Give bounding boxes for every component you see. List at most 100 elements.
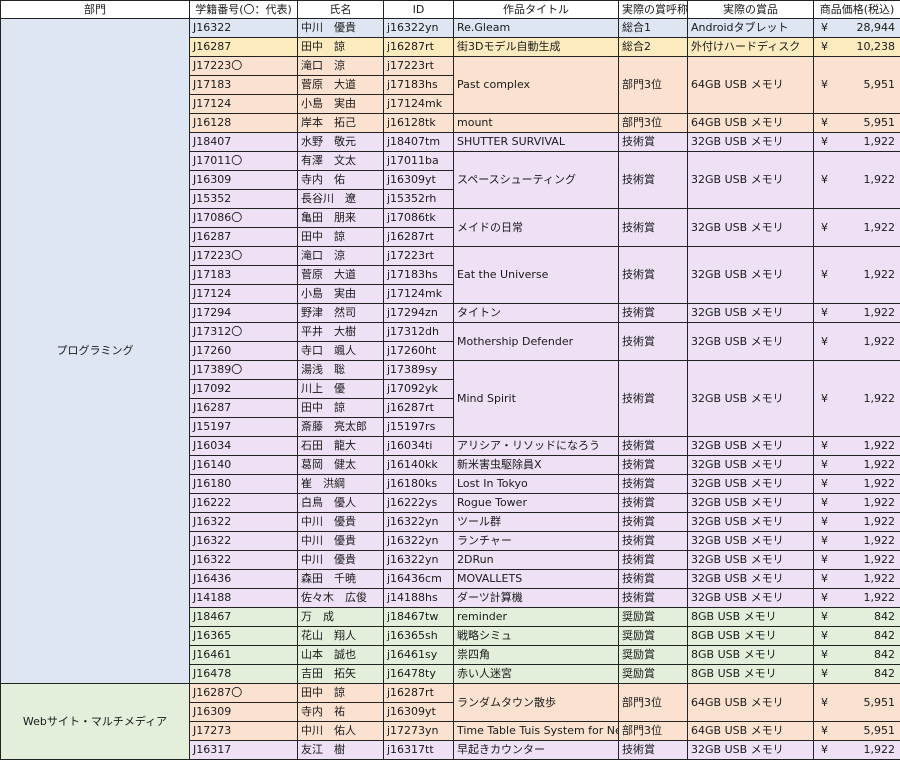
student-name-cell[interactable]: 石田 龍大 xyxy=(297,436,384,456)
award-name-cell[interactable]: 奨励賞 xyxy=(618,607,688,627)
header-department[interactable]: 部門 xyxy=(0,0,190,19)
student-name-cell[interactable]: 野津 然司 xyxy=(297,303,384,323)
prize-cell[interactable]: 32GB USB メモリ xyxy=(687,246,814,304)
prize-cell[interactable]: 32GB USB メモリ xyxy=(687,588,814,608)
price-cell[interactable]: ¥28,944 xyxy=(813,18,900,38)
work-title-cell[interactable]: 戦略シミュ xyxy=(453,626,619,646)
student-name-cell[interactable]: 菅原 大道 xyxy=(297,265,384,285)
student-number-cell[interactable]: J17312〇 xyxy=(189,322,298,342)
student-id-cell[interactable]: j17223rt xyxy=(383,246,454,266)
student-id-cell[interactable]: j17273yn xyxy=(383,721,454,741)
student-id-cell[interactable]: j16461sy xyxy=(383,645,454,665)
student-id-cell[interactable]: j15197rs xyxy=(383,417,454,437)
price-cell[interactable]: ¥1,922 xyxy=(813,512,900,532)
student-name-cell[interactable]: 亀田 朋来 xyxy=(297,208,384,228)
student-name-cell[interactable]: 岸本 拓己 xyxy=(297,113,384,133)
award-name-cell[interactable]: 奨励賞 xyxy=(618,626,688,646)
student-name-cell[interactable]: 花山 翔人 xyxy=(297,626,384,646)
student-id-cell[interactable]: j16128tk xyxy=(383,113,454,133)
student-number-cell[interactable]: J16287 xyxy=(189,398,298,418)
price-cell[interactable]: ¥1,922 xyxy=(813,303,900,323)
student-id-cell[interactable]: j16322yn xyxy=(383,18,454,38)
student-id-cell[interactable]: j16436cm xyxy=(383,569,454,589)
award-name-cell[interactable]: 技術賞 xyxy=(618,550,688,570)
student-number-cell[interactable]: J17260 xyxy=(189,341,298,361)
student-name-cell[interactable]: 森田 千暁 xyxy=(297,569,384,589)
prize-cell[interactable]: 32GB USB メモリ xyxy=(687,322,814,361)
student-name-cell[interactable]: 平井 大樹 xyxy=(297,322,384,342)
prize-cell[interactable]: 64GB USB メモリ xyxy=(687,721,814,741)
student-name-cell[interactable]: 葛岡 健太 xyxy=(297,455,384,475)
work-title-cell[interactable]: ランチャー xyxy=(453,531,619,551)
student-number-cell[interactable]: J18467 xyxy=(189,607,298,627)
student-number-cell[interactable]: J18407 xyxy=(189,132,298,152)
prize-cell[interactable]: 8GB USB メモリ xyxy=(687,626,814,646)
student-id-cell[interactable]: j18407tm xyxy=(383,132,454,152)
award-name-cell[interactable]: 技術賞 xyxy=(618,531,688,551)
price-cell[interactable]: ¥1,922 xyxy=(813,474,900,494)
student-id-cell[interactable]: j17312dh xyxy=(383,322,454,342)
header-price[interactable]: 商品価格(税込) xyxy=(813,0,900,19)
price-cell[interactable]: ¥1,922 xyxy=(813,531,900,551)
student-id-cell[interactable]: j16365sh xyxy=(383,626,454,646)
award-name-cell[interactable]: 技術賞 xyxy=(618,436,688,456)
price-cell[interactable]: ¥1,922 xyxy=(813,246,900,304)
award-name-cell[interactable]: 技術賞 xyxy=(618,569,688,589)
student-number-cell[interactable]: J16436 xyxy=(189,569,298,589)
prize-cell[interactable]: 32GB USB メモリ xyxy=(687,512,814,532)
student-name-cell[interactable]: 万 成 xyxy=(297,607,384,627)
student-number-cell[interactable]: J16287 xyxy=(189,227,298,247)
student-number-cell[interactable]: J15197 xyxy=(189,417,298,437)
student-id-cell[interactable]: j17092yk xyxy=(383,379,454,399)
work-title-cell[interactable]: 2DRun xyxy=(453,550,619,570)
student-name-cell[interactable]: 寺内 佑 xyxy=(297,170,384,190)
price-cell[interactable]: ¥1,922 xyxy=(813,360,900,437)
student-name-cell[interactable]: 田中 諒 xyxy=(297,683,384,703)
student-id-cell[interactable]: j16287rt xyxy=(383,37,454,57)
student-id-cell[interactable]: j17260ht xyxy=(383,341,454,361)
student-name-cell[interactable]: 中川 佑人 xyxy=(297,721,384,741)
student-number-cell[interactable]: J16287 xyxy=(189,37,298,57)
student-number-cell[interactable]: J16322 xyxy=(189,512,298,532)
student-number-cell[interactable]: J17294 xyxy=(189,303,298,323)
prize-cell[interactable]: 32GB USB メモリ xyxy=(687,740,814,760)
student-name-cell[interactable]: 長谷川 遼 xyxy=(297,189,384,209)
header-prize[interactable]: 実際の賞品 xyxy=(687,0,814,19)
student-id-cell[interactable]: j16478ty xyxy=(383,664,454,684)
award-name-cell[interactable]: 総合1 xyxy=(618,18,688,38)
student-number-cell[interactable]: J16222 xyxy=(189,493,298,513)
prize-cell[interactable]: 64GB USB メモリ xyxy=(687,113,814,133)
work-title-cell[interactable]: Rogue Tower xyxy=(453,493,619,513)
student-number-cell[interactable]: J17183 xyxy=(189,75,298,95)
student-name-cell[interactable]: 滝口 涼 xyxy=(297,246,384,266)
work-title-cell[interactable]: ランダムタウン散歩 xyxy=(453,683,619,722)
prize-cell[interactable]: 32GB USB メモリ xyxy=(687,531,814,551)
student-id-cell[interactable]: j17011ba xyxy=(383,151,454,171)
student-name-cell[interactable]: 寺内 祐 xyxy=(297,702,384,722)
student-id-cell[interactable]: j17389sy xyxy=(383,360,454,380)
award-name-cell[interactable]: 技術賞 xyxy=(618,455,688,475)
student-number-cell[interactable]: J16365 xyxy=(189,626,298,646)
student-name-cell[interactable]: 中川 優貴 xyxy=(297,550,384,570)
work-title-cell[interactable]: mount xyxy=(453,113,619,133)
student-name-cell[interactable]: 友江 樹 xyxy=(297,740,384,760)
student-name-cell[interactable]: 有澤 文太 xyxy=(297,151,384,171)
student-name-cell[interactable]: 田中 諒 xyxy=(297,37,384,57)
student-id-cell[interactable]: j16309yt xyxy=(383,170,454,190)
prize-cell[interactable]: 8GB USB メモリ xyxy=(687,607,814,627)
work-title-cell[interactable]: 赤い人迷宮 xyxy=(453,664,619,684)
student-name-cell[interactable]: 白鳥 優人 xyxy=(297,493,384,513)
price-cell[interactable]: ¥1,922 xyxy=(813,151,900,209)
student-id-cell[interactable]: j17124mk xyxy=(383,94,454,114)
student-number-cell[interactable]: J17086〇 xyxy=(189,208,298,228)
student-number-cell[interactable]: J17011〇 xyxy=(189,151,298,171)
student-id-cell[interactable]: j16322yn xyxy=(383,512,454,532)
work-title-cell[interactable]: メイドの日常 xyxy=(453,208,619,247)
student-name-cell[interactable]: 小島 実由 xyxy=(297,284,384,304)
price-cell[interactable]: ¥5,951 xyxy=(813,113,900,133)
work-title-cell[interactable]: 新米害虫駆除員X xyxy=(453,455,619,475)
student-id-cell[interactable]: j14188hs xyxy=(383,588,454,608)
prize-cell[interactable]: 64GB USB メモリ xyxy=(687,683,814,722)
student-number-cell[interactable]: J16140 xyxy=(189,455,298,475)
header-student-number[interactable]: 学籍番号(〇：代表) xyxy=(189,0,298,19)
